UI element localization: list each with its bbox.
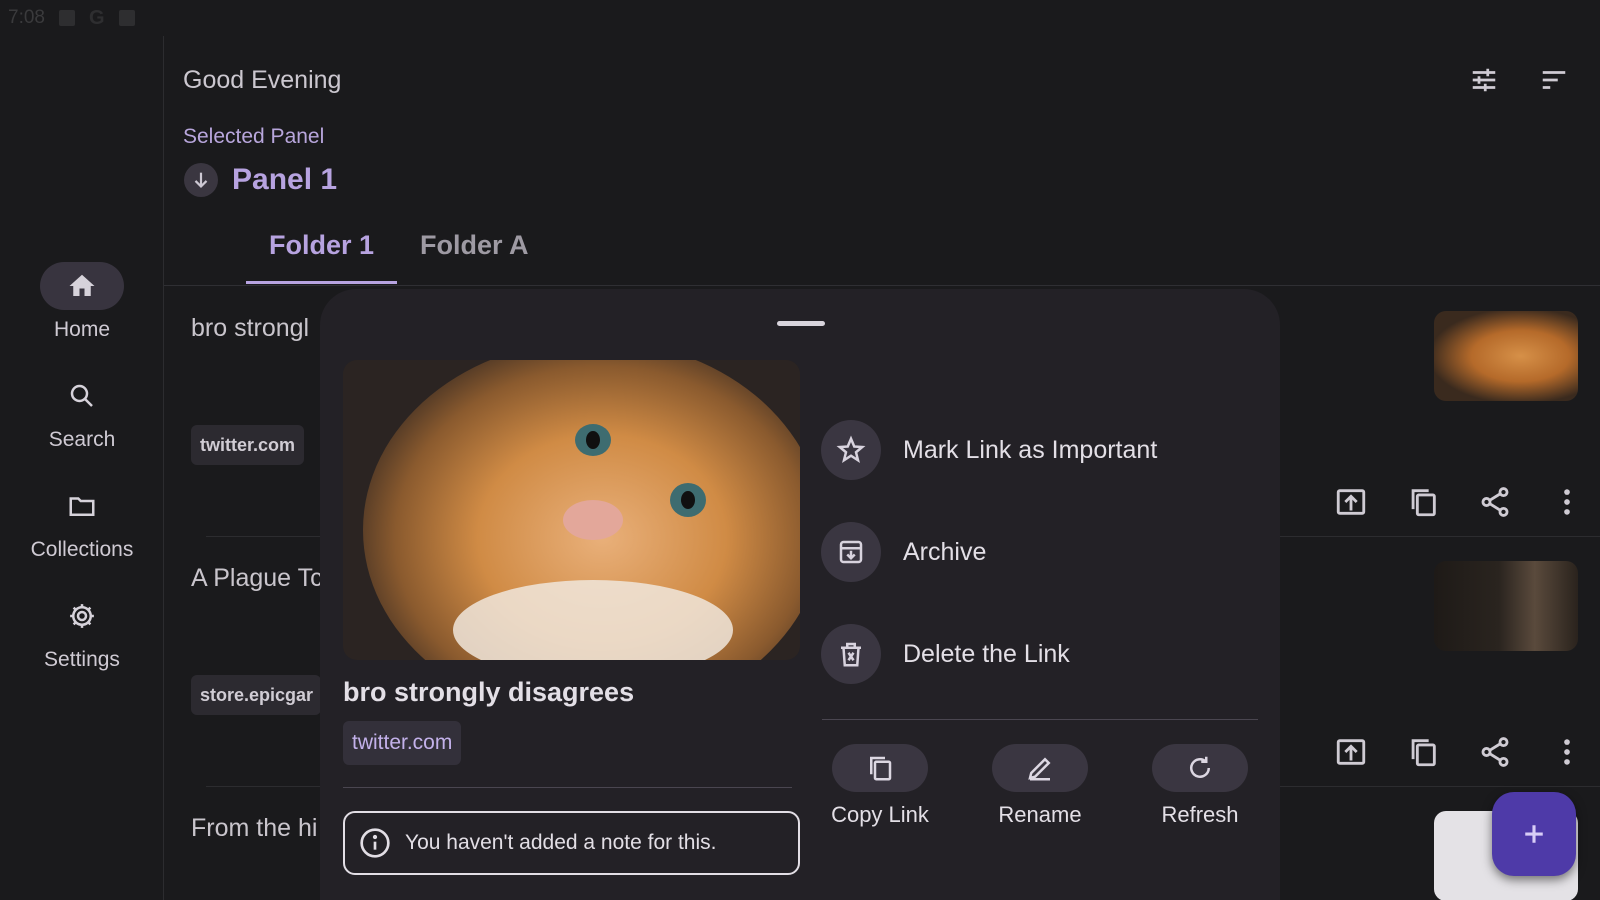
link-preview-image xyxy=(343,360,800,660)
greeting-title: Good Evening xyxy=(183,66,342,94)
archive-label: Archive xyxy=(903,537,987,566)
rename-button[interactable]: Rename xyxy=(960,744,1120,828)
archive-action[interactable]: Archive xyxy=(821,522,986,582)
nav-search-label: Search xyxy=(48,428,116,451)
panel-selector[interactable]: Panel 1 xyxy=(184,163,337,197)
sheet-link-title: bro strongly disagrees xyxy=(343,677,635,707)
delete-label: Delete the Link xyxy=(903,639,1070,668)
rename-label: Rename xyxy=(998,802,1082,827)
open-icon[interactable] xyxy=(1334,735,1368,769)
tab-divider xyxy=(164,285,1600,286)
sheet-divider xyxy=(343,787,792,788)
status-bar: 7:08 G xyxy=(0,0,1600,36)
panel-name: Panel 1 xyxy=(232,163,338,196)
copy-link-button[interactable]: Copy Link xyxy=(800,744,960,828)
copy-icon[interactable] xyxy=(1406,485,1440,519)
tab-folder-a[interactable]: Folder A xyxy=(397,224,552,284)
share-icon[interactable] xyxy=(1478,735,1512,769)
arrow-down-icon xyxy=(194,172,208,188)
refresh-button[interactable]: Refresh xyxy=(1120,744,1280,828)
folder-tabs: Folder 1 Folder A xyxy=(246,224,552,284)
archive-icon xyxy=(839,540,863,564)
info-icon xyxy=(360,828,390,858)
mark-important-label: Mark Link as Important xyxy=(903,435,1158,464)
copy-link-label: Copy Link xyxy=(831,802,929,827)
sort-icon xyxy=(1542,71,1566,89)
edit-icon xyxy=(1028,757,1051,781)
link-actions xyxy=(1334,735,1584,769)
nav-item-collections[interactable]: Collections xyxy=(0,482,164,562)
link-title[interactable]: From the hi xyxy=(191,814,317,843)
tab-folder-1[interactable]: Folder 1 xyxy=(246,224,398,284)
link-host-chip: store.epicgar xyxy=(191,675,321,715)
link-thumbnail[interactable] xyxy=(1434,311,1578,401)
more-icon[interactable] xyxy=(1550,735,1584,769)
link-options-sheet: bro strongly disagrees twitter.com You h… xyxy=(320,289,1280,900)
actions-divider xyxy=(822,719,1258,720)
nav-collections-label: Collections xyxy=(30,538,134,561)
link-title[interactable]: bro strongl xyxy=(191,314,309,343)
add-link-fab[interactable] xyxy=(1492,792,1576,876)
navigation-rail: Home Search Collections Settings xyxy=(0,36,164,900)
mark-important-action[interactable]: Mark Link as Important xyxy=(821,420,1157,480)
open-icon[interactable] xyxy=(1334,485,1368,519)
nav-settings-label: Settings xyxy=(44,648,120,671)
cat-image xyxy=(343,360,800,660)
sheet-host-chip[interactable]: twitter.com xyxy=(343,721,462,765)
link-thumbnail[interactable] xyxy=(1434,561,1578,651)
refresh-label: Refresh xyxy=(1161,802,1239,827)
more-icon[interactable] xyxy=(1550,485,1584,519)
drag-handle[interactable] xyxy=(777,321,825,326)
nav-home-label: Home xyxy=(53,318,111,341)
link-host-chip: twitter.com xyxy=(191,425,305,465)
home-icon xyxy=(69,274,95,296)
folder-icon xyxy=(69,497,95,516)
filter-button[interactable] xyxy=(1466,62,1502,98)
nav-item-home[interactable]: Home xyxy=(0,262,164,342)
nav-item-settings[interactable]: Settings xyxy=(0,592,164,672)
copy-icon xyxy=(870,756,892,781)
tune-icon xyxy=(1472,68,1496,92)
delete-icon xyxy=(841,642,861,667)
panel-dropdown-button[interactable] xyxy=(184,163,218,197)
google-icon: G xyxy=(88,6,105,29)
share-icon[interactable] xyxy=(1478,485,1512,519)
card-icon xyxy=(118,10,135,26)
nav-home-indicator xyxy=(40,262,124,310)
star-icon xyxy=(836,435,866,464)
sort-button[interactable] xyxy=(1536,62,1572,98)
link-actions xyxy=(1334,485,1584,519)
status-time: 7:08 xyxy=(8,7,45,28)
copy-icon[interactable] xyxy=(1406,735,1440,769)
refresh-icon xyxy=(1190,756,1210,778)
search-icon xyxy=(70,384,93,407)
plus-icon xyxy=(1525,825,1543,843)
link-title[interactable]: A Plague Tc xyxy=(191,564,323,593)
selected-panel-label: Selected Panel xyxy=(183,125,325,148)
nav-item-search[interactable]: Search xyxy=(0,372,164,452)
delete-action[interactable]: Delete the Link xyxy=(821,624,1070,684)
gear-icon xyxy=(70,604,94,628)
note-box[interactable]: You haven't added a note for this. xyxy=(343,811,800,875)
note-text: You haven't added a note for this. xyxy=(405,831,717,854)
notification-icon xyxy=(58,10,75,26)
